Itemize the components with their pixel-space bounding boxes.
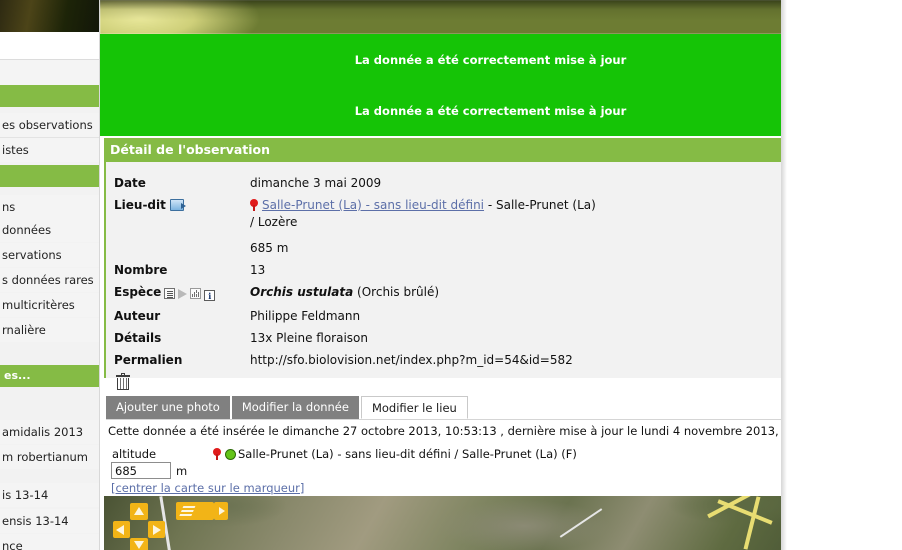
page-edge-shadow	[781, 0, 787, 550]
sidebar-item-donnees-rares[interactable]: s données rares	[0, 268, 99, 292]
info-icon[interactable]: i	[204, 290, 216, 301]
table-row-permalien: Permalien http://sfo.biolovision.net/ind…	[114, 353, 596, 375]
map-pan-up-button[interactable]	[130, 503, 148, 520]
label-espece: Espèce i	[114, 285, 250, 309]
sidebar-item-amidalis[interactable]: amidalis 2013	[0, 420, 99, 444]
delete-button[interactable]	[112, 372, 134, 394]
table-row-espece: Espèce i Orchis ustulata (Orchis brûlé)	[114, 285, 596, 309]
value-lieu-dit: Salle-Prunet (La) - sans lieu-dit défini…	[250, 198, 596, 263]
trash-icon	[116, 373, 130, 391]
value-espece: Orchis ustulata (Orchis brûlé)	[250, 285, 596, 309]
tab-modifier-le-lieu[interactable]: Modifier le lieu	[360, 396, 468, 419]
marker-dot-icon	[225, 449, 236, 460]
map-pan-right-button[interactable]	[148, 521, 165, 538]
sidebar-item-ns[interactable]: ns	[0, 195, 99, 219]
marker-pin-icon	[213, 448, 221, 460]
tab-ajouter-une-photo[interactable]: Ajouter une photo	[106, 396, 230, 419]
altitude-label: altitude	[112, 447, 157, 461]
sidebar-banner-image	[0, 0, 99, 32]
tab-underline	[106, 419, 878, 420]
tab-bar: Ajouter une photo Modifier la donnée Mod…	[106, 396, 468, 419]
altitude-input[interactable]	[111, 462, 171, 479]
map-pan-left-button[interactable]	[113, 521, 130, 538]
list-icon[interactable]	[164, 288, 176, 299]
lieu-dit-link[interactable]: Salle-Prunet (La) - sans lieu-dit défini	[262, 198, 484, 212]
layers-icon	[182, 506, 196, 508]
label-permalien: Permalien	[114, 353, 183, 367]
timestamp-text: Cette donnée a été insérée le dimanche 2…	[108, 424, 834, 438]
species-scientific-name: Orchis ustulata	[250, 285, 354, 299]
map-road-secondary-2	[559, 508, 603, 538]
chevron-right-icon	[219, 507, 225, 515]
species-common-name: (Orchis brûlé)	[357, 285, 440, 299]
lieu-dit-rest: - Salle-Prunet (La)	[487, 198, 596, 212]
label-details: Détails	[114, 331, 162, 345]
altitude-unit: m	[176, 464, 188, 478]
label-lieu-dit-text: Lieu-dit	[114, 198, 166, 212]
map-layers-expand-button[interactable]	[214, 502, 228, 520]
flag-icon[interactable]	[178, 289, 188, 299]
table-row-lieu-dit: Lieu-dit Salle-Prunet (La) - sans lieu-d…	[114, 198, 596, 263]
sidebar-group-header-3: es...	[0, 365, 99, 387]
sidebar-item-ensis-13-14[interactable]: ensis 13-14	[0, 509, 99, 533]
marker-location-text: Salle-Prunet (La) - sans lieu-dit défini…	[213, 447, 577, 461]
lieu-dit-line2: / Lozère	[250, 215, 298, 229]
marker-location-label: Salle-Prunet (La) - sans lieu-dit défini…	[238, 447, 577, 461]
sidebar-item-observations[interactable]: es observations	[0, 113, 99, 137]
table-row-date: Date dimanche 3 mai 2009	[114, 176, 596, 198]
flash-message-2: La donnée a été correctement mise à jour	[354, 104, 627, 118]
label-lieu-dit: Lieu-dit	[114, 198, 250, 263]
sidebar-item-multicriteres[interactable]: multicritères	[0, 293, 99, 317]
label-espece-text: Espèce	[114, 285, 162, 299]
page-title: Détail de l'observation	[104, 138, 881, 162]
label-nombre: Nombre	[114, 263, 168, 277]
value-date: dimanche 3 mai 2009	[250, 176, 382, 190]
observation-detail-panel: Date dimanche 3 mai 2009 Lieu-dit Salle-…	[104, 162, 881, 378]
label-date: Date	[114, 176, 146, 190]
header-banner-overlay	[100, 0, 881, 34]
table-row-nombre: Nombre 13	[114, 263, 596, 285]
sidebar-spacer	[0, 60, 99, 85]
sidebar-item-observations-2[interactable]: servations	[0, 243, 99, 267]
species-icon-group: i	[164, 287, 218, 301]
sidebar-item-listes[interactable]: istes	[0, 138, 99, 162]
page-right-margin	[781, 0, 902, 550]
sidebar-group-header-1	[0, 85, 99, 107]
sidebar-item-nce[interactable]: nce	[0, 534, 99, 550]
sidebar-item-journaliere[interactable]: rnalière	[0, 318, 99, 342]
center-map-link[interactable]: [centrer la carte sur le marqueur]	[111, 481, 304, 495]
value-permalien: http://sfo.biolovision.net/index.php?m_i…	[250, 353, 573, 367]
sidebar-item-robertianum[interactable]: m robertianum	[0, 445, 99, 469]
value-altitude-text: 685 m	[250, 241, 289, 255]
observation-detail-table: Date dimanche 3 mai 2009 Lieu-dit Salle-…	[114, 176, 596, 375]
chart-icon[interactable]	[190, 288, 202, 299]
tab-modifier-la-donnee[interactable]: Modifier la donnée	[231, 396, 359, 419]
browser-page: es observations istes ns données servati…	[0, 0, 902, 550]
value-details: 13x Pleine floraison	[250, 331, 368, 345]
map-road-main	[743, 496, 761, 550]
label-auteur: Auteur	[114, 309, 161, 323]
sidebar: es observations istes ns données servati…	[0, 0, 100, 550]
map-road-curve-2	[717, 499, 773, 525]
sidebar-item-is-13-14[interactable]: is 13-14	[0, 483, 99, 507]
sidebar-search-box[interactable]	[0, 32, 99, 60]
map-pan-down-button[interactable]	[130, 538, 148, 550]
table-row-auteur: Auteur Philippe Feldmann	[114, 309, 596, 331]
table-row-details: Détails 13x Pleine floraison	[114, 331, 596, 353]
flash-message-panel: La donnée a été correctement mise à jour…	[100, 34, 881, 136]
sidebar-group-header-2	[0, 165, 99, 187]
value-auteur: Philippe Feldmann	[250, 309, 361, 323]
sidebar-item-donnees[interactable]: données	[0, 218, 99, 242]
flash-message-1: La donnée a été correctement mise à jour	[354, 53, 627, 67]
value-nombre: 13	[250, 263, 266, 277]
place-icon[interactable]	[169, 199, 186, 211]
map-pin-icon	[250, 199, 258, 211]
map-layers-button[interactable]	[176, 502, 214, 520]
